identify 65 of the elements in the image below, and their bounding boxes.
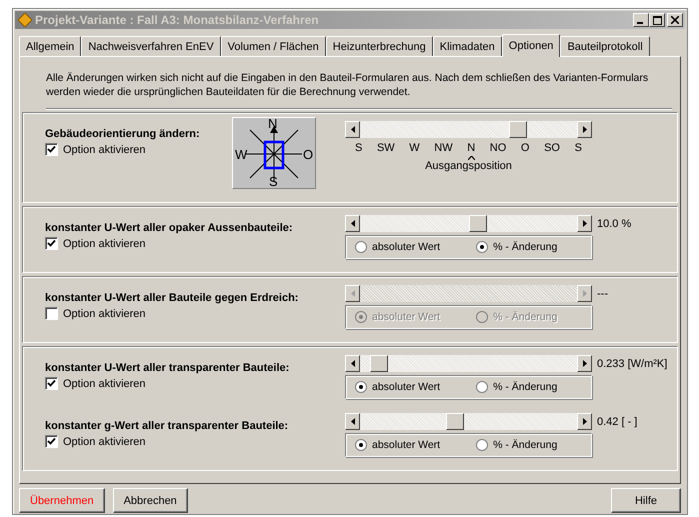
maximize-icon: [652, 16, 662, 24]
radio-option[interactable]: % - Änderung: [476, 381, 558, 393]
value-label: 0.233 [W/m²K]: [597, 358, 668, 370]
option-checkbox[interactable]: Option aktivieren: [45, 435, 288, 448]
caret-icon: [468, 156, 475, 160]
slider[interactable]: [345, 215, 592, 232]
option-checkbox[interactable]: Option aktivieren: [45, 237, 293, 250]
option-title: konstanter g-Wert aller transparenter Bauteile:: [45, 419, 288, 433]
radio-button[interactable]: [355, 439, 367, 451]
dialog-button[interactable]: Abbrechen: [112, 488, 188, 513]
window-title: Projekt-Variante : Fall A3: Monatsbilanz-Verfahren: [35, 13, 320, 27]
radio-option[interactable]: % - Änderung: [476, 241, 558, 253]
radio-button[interactable]: [476, 241, 488, 253]
diamond-icon: [18, 13, 32, 27]
scale-label: O: [520, 142, 530, 155]
radio-option[interactable]: absoluter Wert: [355, 439, 440, 451]
option-title: konstanter U-Wert aller Bauteile gegen Erdreich:: [45, 291, 298, 305]
option-checkbox[interactable]: Option aktivieren: [45, 377, 290, 390]
radio-button[interactable]: [476, 381, 488, 393]
checkbox[interactable]: [45, 377, 58, 390]
close-icon: [671, 16, 679, 24]
tab[interactable]: Volumen / Flächen: [220, 36, 326, 56]
value-label: 10.0 %: [597, 218, 632, 230]
close-button[interactable]: [667, 13, 683, 27]
origin-label: Ausgangsposition: [425, 160, 512, 172]
maximize-button[interactable]: [649, 13, 665, 27]
scale-label: NO: [490, 142, 506, 155]
radio-button[interactable]: [355, 241, 367, 253]
dialog-button[interactable]: Hilfe: [611, 488, 681, 513]
slider-thumb[interactable]: [370, 355, 388, 372]
scale-label: S: [355, 142, 362, 155]
scale-label: W: [409, 142, 420, 155]
checkbox[interactable]: [45, 237, 58, 250]
checkbox[interactable]: [45, 435, 58, 448]
checkbox[interactable]: [45, 143, 58, 156]
scale-label: NW: [434, 142, 453, 155]
option-title: konstanter U-Wert aller opaker Aussenbauteile:: [45, 221, 293, 235]
tab[interactable]: Heizunterbrechung: [326, 36, 433, 56]
tab[interactable]: Nachweisverfahren EnEV: [81, 36, 221, 56]
scale-label: SO: [544, 142, 560, 155]
radio-option[interactable]: % - Änderung: [476, 439, 558, 451]
radio-option[interactable]: absoluter Wert: [355, 381, 440, 393]
radio-button[interactable]: [476, 439, 488, 451]
info-text: Alle Änderungen wirken sich nicht auf die Eingaben in den Bauteil-Formularen aus. Nach dem schließen des Varianten-Formulars werden wieder die ursprünglichen Bauteildaten für die Berechnung verwendet.: [46, 71, 672, 109]
slider-thumb[interactable]: [446, 413, 464, 430]
tab[interactable]: Klimadaten: [432, 36, 502, 56]
scale-label: N: [467, 142, 476, 155]
value-label: 0.42 [ - ]: [597, 416, 638, 428]
slider-thumb[interactable]: [469, 215, 488, 232]
tab[interactable]: Bauteilprotokoll: [560, 36, 650, 56]
tab[interactable]: Allgemein: [19, 36, 82, 56]
tab[interactable]: Optionen: [502, 34, 560, 57]
scale-label: S: [574, 142, 582, 155]
radio-button[interactable]: [355, 381, 367, 393]
slider[interactable]: [345, 121, 592, 138]
option-checkbox[interactable]: Option aktivieren: [45, 143, 232, 156]
scale-label: SW: [376, 142, 395, 155]
minimize-button[interactable]: [633, 13, 649, 27]
slider[interactable]: [345, 413, 592, 430]
option-title: Gebäudeorientierung ändern:: [45, 127, 201, 141]
option-title: konstanter U-Wert aller transparenter Bauteile:: [45, 361, 290, 375]
slider-thumb[interactable]: [509, 121, 528, 138]
radio-option[interactable]: absoluter Wert: [355, 241, 440, 253]
slider[interactable]: [345, 355, 592, 372]
value-label: ---: [597, 288, 608, 300]
